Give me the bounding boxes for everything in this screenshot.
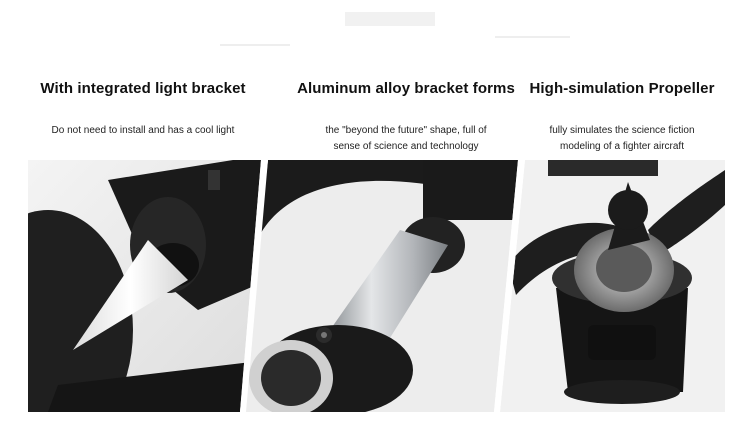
feature-line: the "beyond the future" shape, full of <box>325 125 487 136</box>
feature-line: Do not need to install and has a cool li… <box>51 125 235 136</box>
feature-title: Aluminum alloy bracket forms <box>297 80 515 97</box>
feature-aluminum-bracket: Aluminum alloy bracket forms the "beyond… <box>281 80 531 155</box>
feature-light-bracket: With integrated light bracket Do not nee… <box>18 80 268 139</box>
feature-description: fully simulates the science fiction mode… <box>497 123 747 155</box>
feature-description: the "beyond the future" shape, full of s… <box>281 123 531 155</box>
photo-aluminum-bracket <box>240 160 518 412</box>
photo-light-bracket <box>28 160 261 412</box>
faded-header-artifact <box>220 12 570 46</box>
product-photo-strip <box>28 160 725 412</box>
feature-line: sense of science and technology <box>333 141 479 152</box>
feature-line: modeling of a fighter aircraft <box>560 141 684 152</box>
feature-line: fully simulates the science fiction <box>549 125 695 136</box>
feature-description: Do not need to install and has a cool li… <box>18 123 268 139</box>
feature-title: High-simulation Propeller <box>529 80 715 97</box>
feature-title: With integrated light bracket <box>40 80 246 97</box>
photo-propeller <box>500 160 725 412</box>
feature-propeller: High-simulation Propeller fully simulate… <box>497 80 747 155</box>
